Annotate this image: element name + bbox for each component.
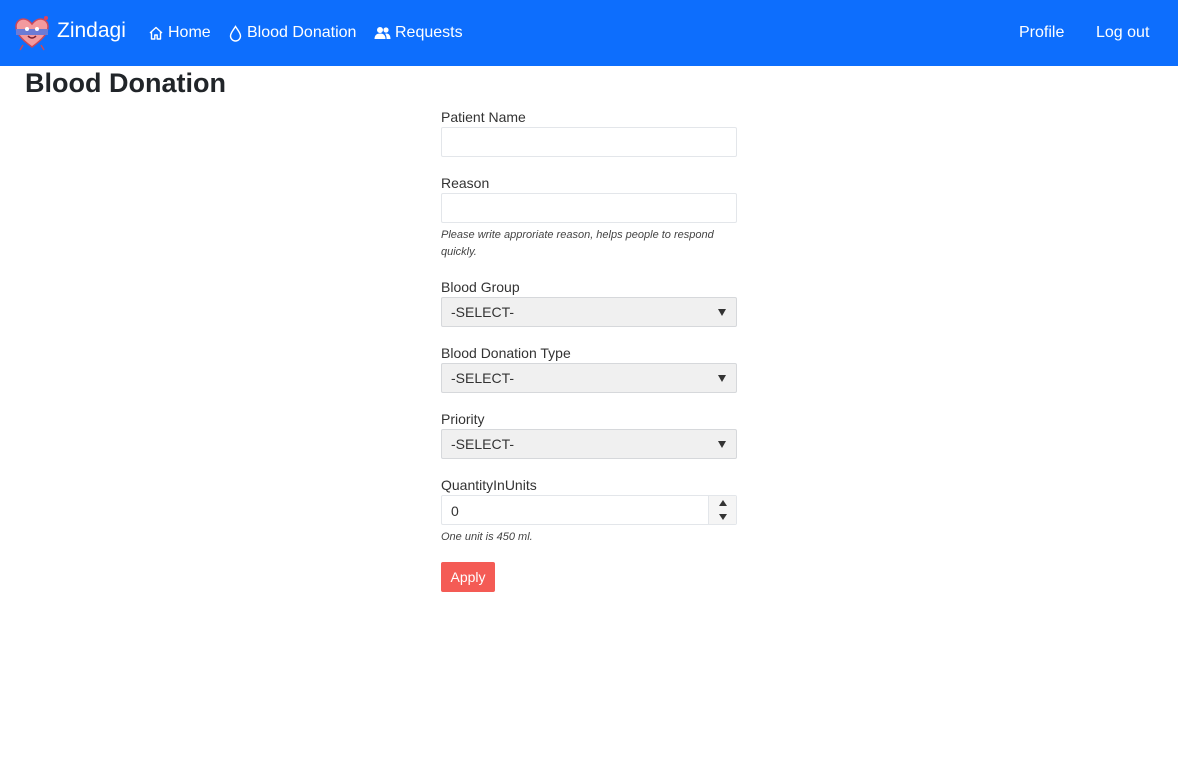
home-icon [149, 26, 163, 40]
caret-down-icon [718, 309, 726, 316]
caret-down-icon [718, 375, 726, 382]
patient-name-input[interactable] [441, 127, 737, 157]
apply-button[interactable]: Apply [441, 562, 495, 592]
nav-home-label: Home [168, 24, 211, 41]
blood-group-select[interactable]: -SELECT- [441, 297, 737, 327]
priority-select[interactable]: -SELECT- [441, 429, 737, 459]
page-title: Blood Donation [25, 68, 226, 98]
caret-down-icon [718, 441, 726, 448]
nav-home[interactable]: Home [148, 21, 211, 45]
quantity-stepper[interactable]: 0 [441, 495, 737, 525]
users-icon [374, 27, 391, 39]
nav-profile[interactable]: Profile [1019, 21, 1064, 45]
donation-type-selected: -SELECT- [451, 370, 515, 386]
reason-label: Reason [441, 175, 490, 191]
brand-link[interactable]: Zindagi [13, 14, 126, 52]
nav-requests-label: Requests [395, 24, 463, 41]
blood-group-selected: -SELECT- [451, 304, 515, 320]
stepper-controls [708, 496, 736, 524]
blood-group-label: Blood Group [441, 279, 520, 295]
quantity-help-text: One unit is 450 ml. [441, 531, 533, 543]
nav-blood-donation[interactable]: Blood Donation [228, 21, 356, 45]
reason-input[interactable] [441, 193, 737, 223]
patient-name-label: Patient Name [441, 109, 526, 125]
quantity-label: QuantityInUnits [441, 477, 537, 493]
stepper-down-icon[interactable] [709, 510, 737, 524]
brand-name: Zindagi [57, 19, 126, 42]
nav-logout[interactable]: Log out [1096, 21, 1149, 45]
reason-help-text: Please write approriate reason, helps pe… [441, 229, 714, 258]
priority-selected: -SELECT- [451, 436, 515, 452]
quantity-value: 0 [451, 503, 459, 519]
blood-drop-icon [229, 24, 242, 42]
priority-label: Priority [441, 411, 485, 427]
nav-blood-donation-label: Blood Donation [247, 24, 357, 41]
donation-type-select[interactable]: -SELECT- [441, 363, 737, 393]
top-navbar: Zindagi Home Blood Donation Requests Pro… [0, 0, 1178, 66]
stepper-up-icon[interactable] [709, 496, 737, 510]
donation-type-label: Blood Donation Type [441, 345, 571, 361]
heart-mascot-logo-icon [15, 16, 49, 51]
nav-requests[interactable]: Requests [374, 21, 463, 45]
